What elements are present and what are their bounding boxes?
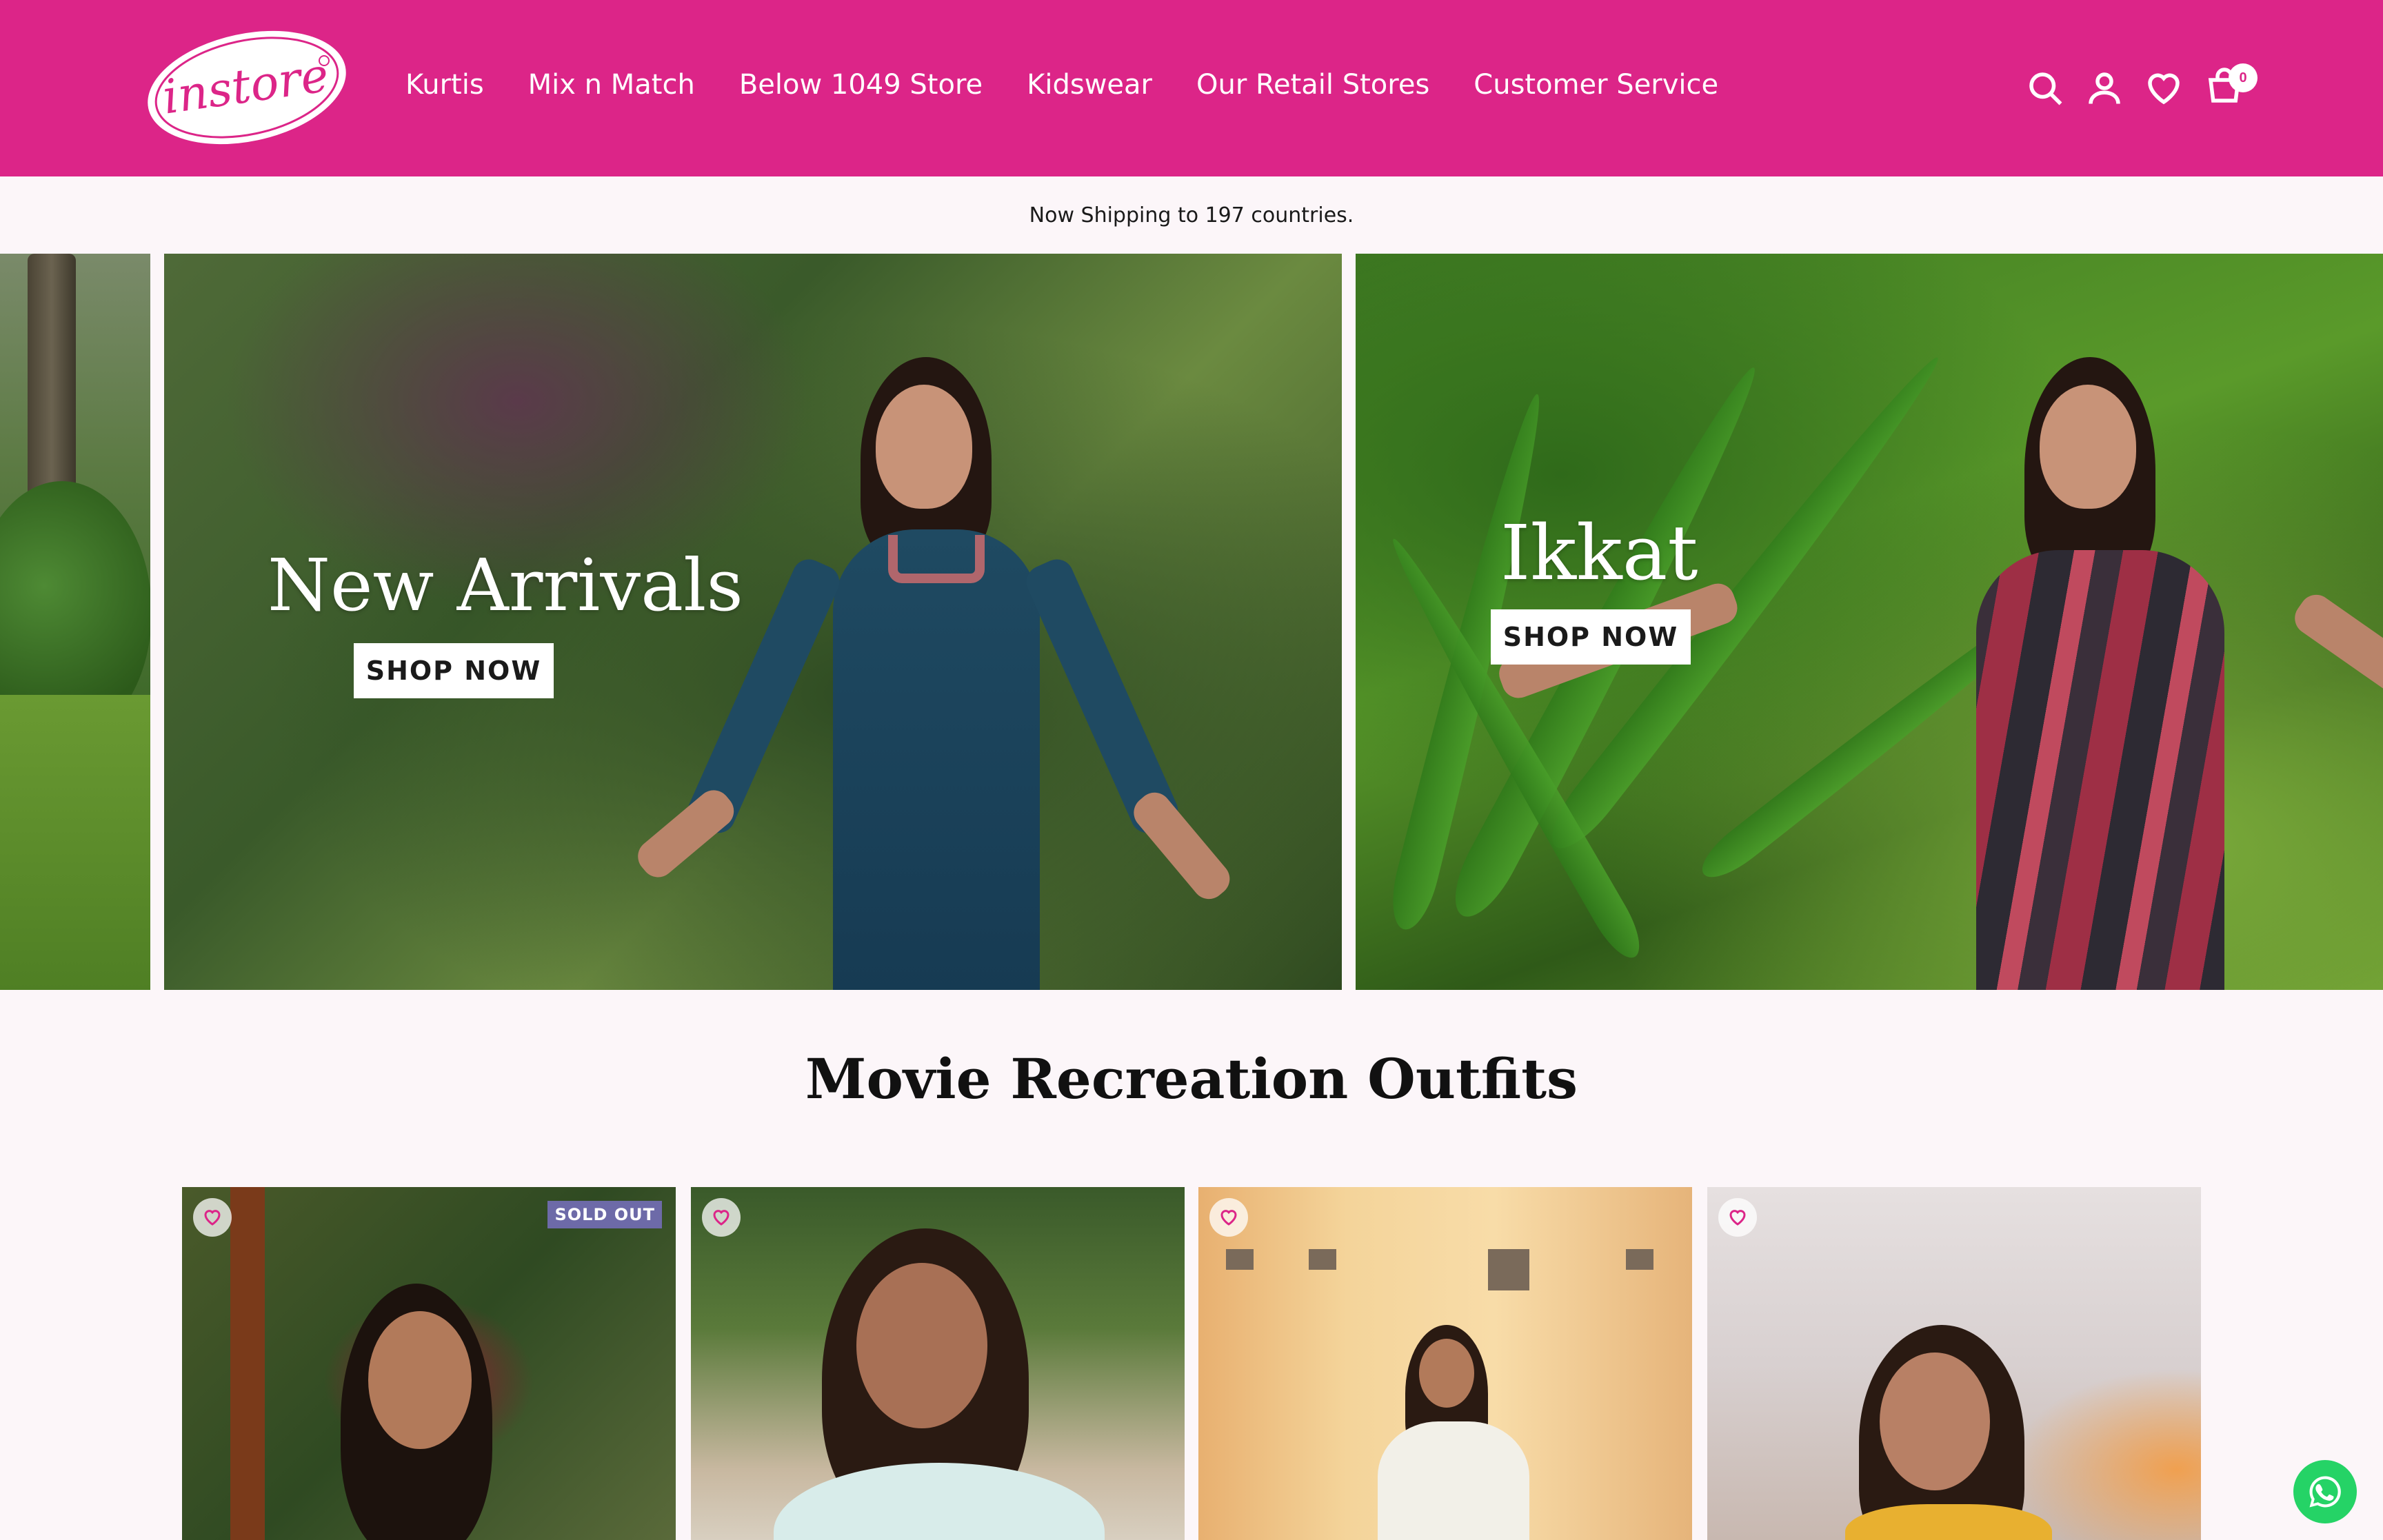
model-photo xyxy=(1494,357,2383,990)
sold-out-badge: SOLD OUT xyxy=(547,1201,662,1228)
whatsapp-chat-icon[interactable] xyxy=(2293,1460,2357,1523)
nav-item-kurtis[interactable]: Kurtis xyxy=(405,69,484,101)
instore-logo[interactable]: instore xyxy=(142,28,352,148)
shop-now-button-new-arrivals[interactable]: SHOP NOW xyxy=(354,643,554,698)
cart-count-badge: 0 xyxy=(2229,63,2258,92)
product-card[interactable] xyxy=(691,1187,1185,1540)
shop-now-button-ikkat[interactable]: SHOP NOW xyxy=(1491,609,1691,665)
account-icon[interactable] xyxy=(2084,68,2125,109)
model-photo xyxy=(631,357,1237,990)
slide-ikkat[interactable]: Ikkat SHOP NOW xyxy=(1356,254,2383,990)
wishlist-icon[interactable] xyxy=(2143,68,2184,109)
main-nav: Kurtis Mix n Match Below 1049 Store Kids… xyxy=(405,69,1762,101)
wishlist-heart-icon[interactable] xyxy=(702,1198,741,1237)
search-icon[interactable] xyxy=(2024,68,2066,109)
section-title: Movie Recreation Outfits xyxy=(805,1046,1578,1111)
site-header: instore Kurtis Mix n Match Below 1049 St… xyxy=(0,0,2383,176)
nav-item-customer-service[interactable]: Customer Service xyxy=(1474,69,1718,101)
announcement-bar: Now Shipping to 197 countries. xyxy=(0,176,2383,254)
slide-new-arrivals[interactable]: New Arrivals SHOP NOW xyxy=(164,254,1342,990)
nav-item-our-retail-stores[interactable]: Our Retail Stores xyxy=(1196,69,1429,101)
slide-previous-peek[interactable] xyxy=(0,254,150,990)
nav-item-below-1049-store[interactable]: Below 1049 Store xyxy=(739,69,983,101)
nav-item-kidswear[interactable]: Kidswear xyxy=(1027,69,1152,101)
wishlist-heart-icon[interactable] xyxy=(193,1198,232,1237)
product-card[interactable] xyxy=(1198,1187,1692,1540)
product-card[interactable]: SOLD OUT xyxy=(182,1187,676,1540)
nav-item-mix-n-match[interactable]: Mix n Match xyxy=(528,69,695,101)
slide-title-ikkat: Ikkat xyxy=(1500,509,1698,597)
product-card[interactable] xyxy=(1707,1187,2201,1540)
slide-title-new-arrivals: New Arrivals xyxy=(268,543,743,627)
wishlist-heart-icon[interactable] xyxy=(1718,1198,1757,1237)
wishlist-heart-icon[interactable] xyxy=(1209,1198,1248,1237)
announcement-text: Now Shipping to 197 countries. xyxy=(1029,203,1354,227)
